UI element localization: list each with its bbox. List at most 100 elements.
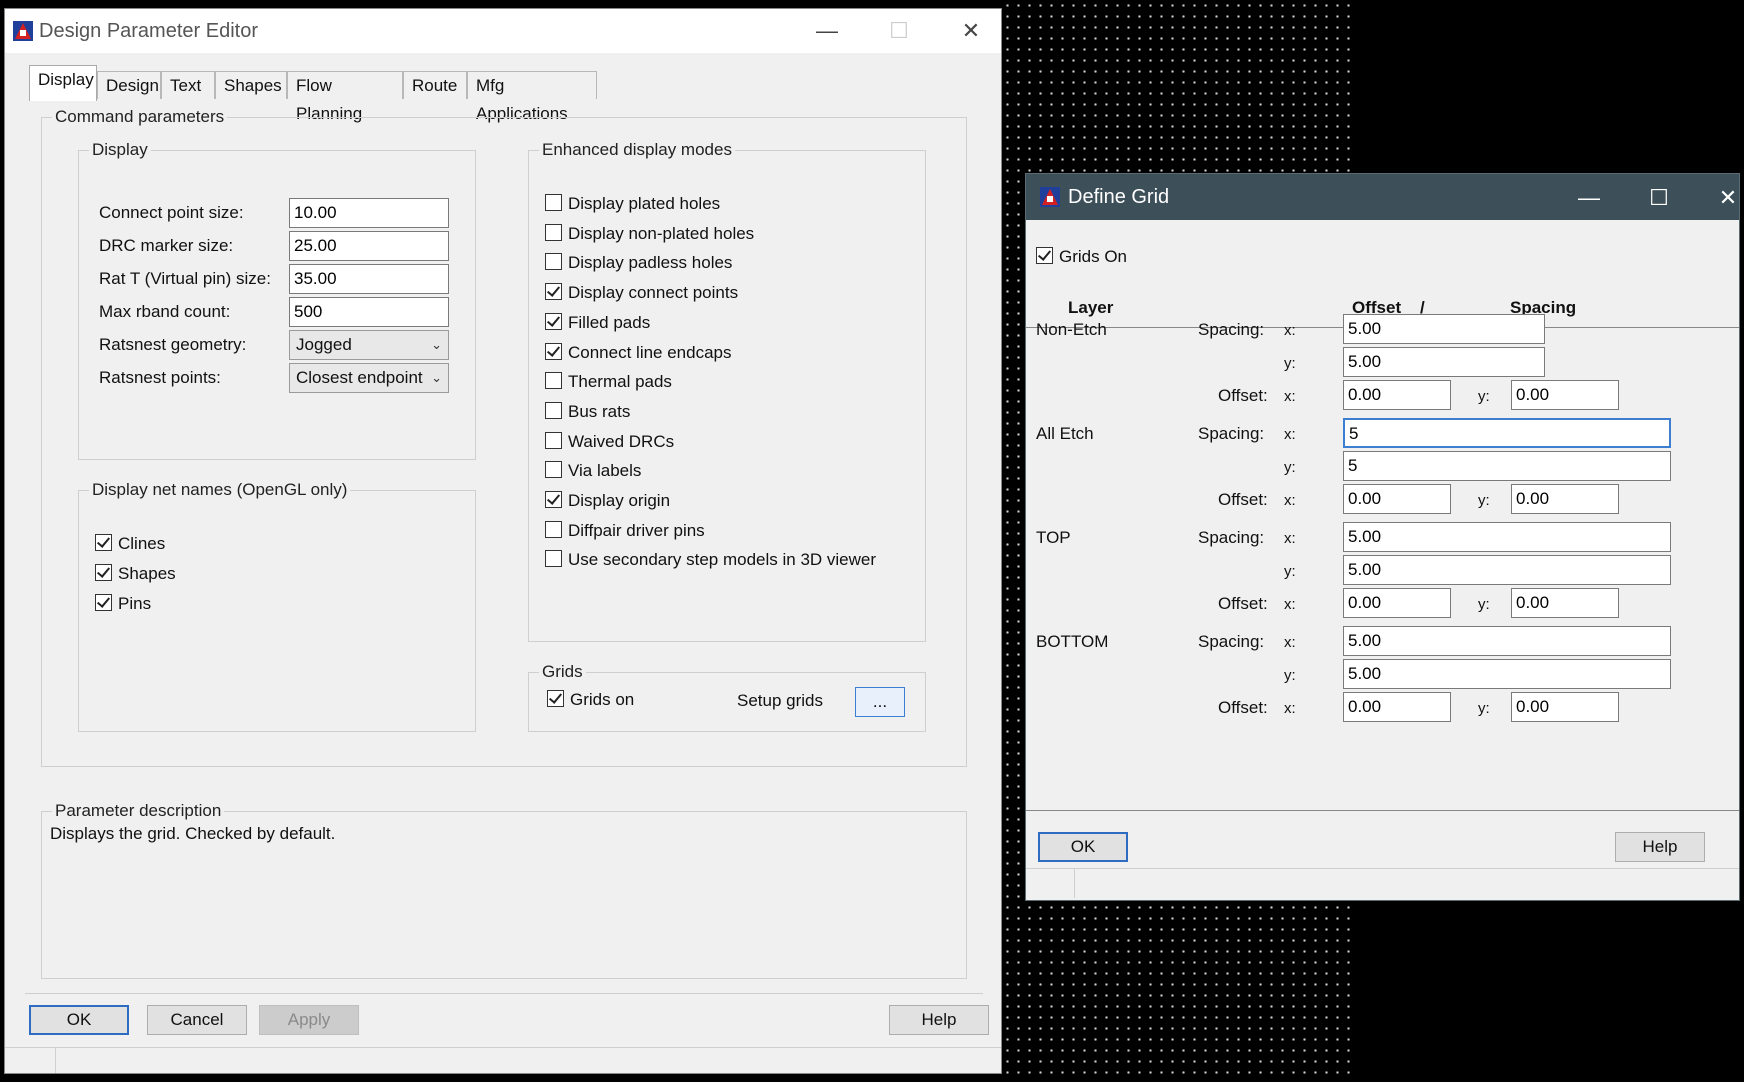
help-button[interactable]: Help [889,1005,989,1035]
offset-y-input[interactable]: 0.00 [1511,484,1619,514]
y-label: y: [1478,492,1490,509]
checkbox-use-secondary-step-models-in-3d-viewer[interactable]: Use secondary step models in 3D viewer [545,547,876,573]
checkbox-diffpair-driver-pins[interactable]: Diffpair driver pins [545,518,705,544]
minimize-icon[interactable]: — [805,15,849,47]
offset-x-input[interactable]: 0.00 [1343,692,1451,722]
layer-name-bottom: BOTTOM [1036,632,1109,651]
tab-shapes[interactable]: Shapes [215,71,287,99]
offset-x-input[interactable]: 0.00 [1343,588,1451,618]
display-legend: Display [89,140,151,160]
drc-marker-label: DRC marker size: [99,236,234,255]
checkbox-empty-icon [545,194,562,212]
checkbox-label: Diffpair driver pins [568,520,705,540]
grid-ok-button[interactable]: OK [1038,832,1128,862]
spacing-x-input[interactable]: 5 [1343,418,1671,448]
drc-marker-input[interactable]: 25.00 [289,231,449,261]
grids-on-label: Grids on [570,690,635,709]
command-parameters-legend: Command parameters [52,107,228,127]
enhanced-display-legend: Enhanced display modes [539,140,735,160]
chevron-down-icon: ⌄ [431,337,442,352]
status-bar-divider [1026,868,1739,869]
checkbox-shapes[interactable]: Shapes [95,561,176,587]
setup-grids-label: Setup grids [737,691,823,710]
grids-on-checkbox[interactable]: Grids on [547,687,634,713]
minimize-icon[interactable]: — [1567,182,1611,214]
tab-text[interactable]: Text [161,71,215,99]
checkbox-clines[interactable]: Clines [95,531,165,557]
x-label: x: [1284,700,1296,717]
window-title: Design Parameter Editor [39,20,258,42]
checkbox-pins[interactable]: Pins [95,591,151,617]
tab-route[interactable]: Route [403,71,467,99]
ratsnest-points-select[interactable]: Closest endpoint ⌄ [289,363,449,393]
connect-point-input[interactable]: 10.00 [289,198,449,228]
tab-display[interactable]: Display [29,65,97,101]
spacing-y-input[interactable]: 5.00 [1343,659,1671,689]
x-label: x: [1284,322,1296,339]
status-bar-separator [55,1047,56,1073]
tab-mfg-applications[interactable]: Mfg Applications [467,71,597,123]
checkbox-thermal-pads[interactable]: Thermal pads [545,369,672,395]
offset-y-input[interactable]: 0.00 [1511,380,1619,410]
offset-y-input[interactable]: 0.00 [1511,692,1619,722]
spacing-y-input[interactable]: 5.00 [1343,347,1545,377]
offset-x-input[interactable]: 0.00 [1343,484,1451,514]
spacing-x-input[interactable]: 5.00 [1343,522,1671,552]
status-bar-divider [5,1047,1001,1048]
checkbox-label: Display plated holes [568,194,721,213]
grids-on-checkbox[interactable]: Grids On [1036,244,1127,270]
spacing-label: Spacing: [1198,320,1265,339]
spacing-x-input[interactable]: 5.00 [1343,314,1545,344]
layer-name-non-etch: Non-Etch [1036,320,1107,339]
checkbox-filled-pads[interactable]: Filled pads [545,310,650,336]
checkbox-empty-icon [545,223,562,241]
spacing-x-input[interactable]: 5.00 [1343,626,1671,656]
ok-button[interactable]: OK [29,1005,129,1035]
net-names-group: Display net names (OpenGL only) Clines Sh… [78,480,476,732]
checkbox-check-icon [1036,247,1053,265]
rat-t-input[interactable]: 35.00 [289,264,449,294]
grid-help-button[interactable]: Help [1615,832,1705,862]
apply-button[interactable]: Apply [259,1005,359,1035]
close-icon[interactable]: ✕ [1706,182,1744,214]
grids-on-label: Grids On [1059,247,1128,266]
checkbox-bus-rats[interactable]: Bus rats [545,399,630,425]
design-parameter-editor-window: Design Parameter Editor — ☐ ✕ Display De… [4,8,1002,1074]
ratsnest-geometry-value: Jogged [296,335,352,354]
checkbox-label: Via labels [568,461,642,481]
checkbox-waived-drcs[interactable]: Waived DRCs [545,429,674,455]
close-icon[interactable]: ✕ [949,15,993,47]
checkbox-label: Bus rats [568,401,631,421]
checkbox-via-labels[interactable]: Via labels [545,458,641,484]
x-label: x: [1284,492,1296,509]
checkbox-label: Pins [118,594,152,613]
spacing-y-input[interactable]: 5.00 [1343,555,1671,585]
ratsnest-geometry-select[interactable]: Jogged ⌄ [289,330,449,360]
title-bar: Design Parameter Editor — ☐ ✕ [5,9,1001,53]
checkbox-display-non-plated-holes[interactable]: Display non-plated holes [545,221,754,247]
offset-y-input[interactable]: 0.00 [1511,588,1619,618]
layer-name-all-etch: All Etch [1036,424,1094,443]
display-group: Display Connect point size: 10.00 DRC ma… [78,140,476,460]
checkbox-display-origin[interactable]: Display origin [545,488,670,514]
checkbox-check-icon [95,564,112,582]
max-rband-input[interactable]: 500 [289,297,449,327]
maximize-icon[interactable]: ☐ [1637,182,1681,214]
setup-grids-button[interactable]: ... [855,687,905,717]
checkbox-empty-icon [545,431,562,449]
checkbox-label: Display non-plated holes [568,223,755,243]
cancel-button[interactable]: Cancel [147,1005,247,1035]
tab-design[interactable]: Design [97,71,161,99]
window-title: Define Grid [1068,186,1170,208]
checkbox-connect-line-endcaps[interactable]: Connect line endcaps [545,340,732,366]
offset-x-input[interactable]: 0.00 [1343,380,1451,410]
x-label: x: [1284,388,1296,405]
checkbox-display-connect-points[interactable]: Display connect points [545,280,738,306]
tab-flow-planning[interactable]: Flow Planning [287,71,403,123]
checkbox-check-icon [547,690,564,708]
spacing-y-input[interactable]: 5 [1343,451,1671,481]
checkbox-display-padless-holes[interactable]: Display padless holes [545,250,732,276]
checkbox-display-plated-holes[interactable]: Display plated holes [545,191,720,217]
checkbox-label: Thermal pads [568,372,672,392]
maximize-icon[interactable]: ☐ [877,15,921,47]
